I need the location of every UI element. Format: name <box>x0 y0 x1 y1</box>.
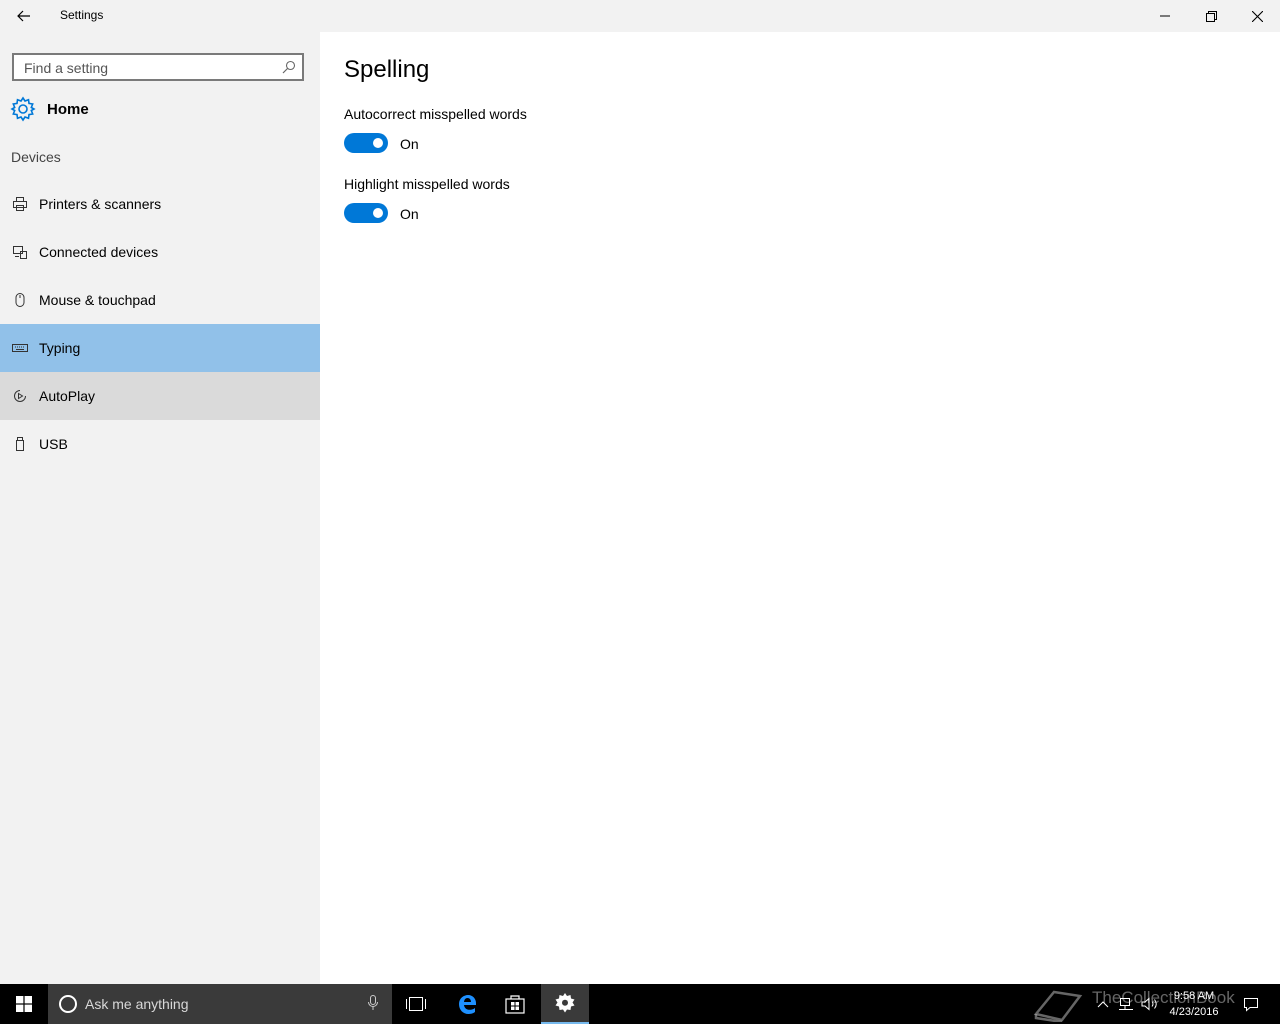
restore-button[interactable] <box>1188 0 1234 32</box>
network-button[interactable] <box>1116 984 1136 1024</box>
task-view-button[interactable] <box>392 984 440 1024</box>
show-hidden-icons-button[interactable] <box>1092 984 1114 1024</box>
start-button[interactable] <box>0 984 48 1024</box>
close-icon <box>1251 10 1263 22</box>
usb-icon <box>12 436 28 452</box>
page-title: Spelling <box>344 56 430 83</box>
search-icon[interactable] <box>282 60 296 79</box>
toggle-knob <box>373 208 383 218</box>
highlight-state: On <box>400 206 419 222</box>
autoplay-icon <box>12 388 28 404</box>
notification-icon <box>1244 998 1258 1012</box>
sidebar-item-typing[interactable]: Typing <box>0 324 320 372</box>
sidebar-item-label: Typing <box>39 340 81 356</box>
window-title: Settings <box>60 8 104 22</box>
cortana-placeholder: Ask me anything <box>85 996 189 1012</box>
minimize-button[interactable] <box>1142 0 1188 32</box>
back-arrow-icon <box>17 10 30 22</box>
store-icon <box>505 995 525 1014</box>
highlight-toggle[interactable] <box>344 203 388 223</box>
edge-browser-button[interactable] <box>443 984 491 1024</box>
action-center-button[interactable] <box>1236 984 1266 1024</box>
autocorrect-state: On <box>400 136 419 152</box>
chevron-up-icon <box>1097 1001 1109 1008</box>
connected-devices-icon <box>12 244 28 260</box>
main-content: Spelling Autocorrect misspelled words On… <box>320 32 1280 984</box>
sidebar-item-label: USB <box>39 436 68 452</box>
sidebar-item-mouse-touchpad[interactable]: Mouse & touchpad <box>0 276 320 324</box>
network-icon <box>1119 998 1133 1010</box>
volume-icon <box>1141 997 1157 1011</box>
sidebar-item-autoplay[interactable]: AutoPlay <box>0 372 320 420</box>
book-logo-icon <box>1032 986 1086 1027</box>
sidebar-item-label: Connected devices <box>39 244 159 260</box>
toggle-knob <box>373 138 383 148</box>
section-heading-devices: Devices <box>11 149 61 165</box>
sidebar-item-usb[interactable]: USB <box>0 420 320 468</box>
sidebar-item-label: Printers & scanners <box>39 196 162 212</box>
cortana-icon <box>59 995 77 1013</box>
title-bar: Settings <box>0 0 1280 32</box>
sidebar-item-label: Mouse & touchpad <box>39 292 156 308</box>
autocorrect-toggle[interactable] <box>344 133 388 153</box>
sidebar: Find a setting Home Devices Printers & s… <box>0 32 320 984</box>
settings-app-button[interactable] <box>541 984 589 1024</box>
sidebar-item-label: AutoPlay <box>39 388 96 404</box>
sidebar-item-connected-devices[interactable]: Connected devices <box>0 228 320 276</box>
settings-gear-icon <box>555 993 575 1013</box>
search-placeholder: Find a setting <box>24 60 109 76</box>
mouse-icon <box>12 292 28 308</box>
home-link[interactable]: Home <box>10 94 89 124</box>
cortana-search-box[interactable]: Ask me anything <box>48 984 392 1024</box>
search-input[interactable]: Find a setting <box>12 53 304 81</box>
clock[interactable]: 9:58 AM 4/23/2016 <box>1160 988 1228 1020</box>
minimize-icon <box>1160 15 1170 17</box>
restore-icon <box>1205 10 1217 22</box>
taskbar: Ask me anything TheCollectionBook 9:58 A… <box>0 984 1280 1024</box>
home-label: Home <box>47 100 89 118</box>
autocorrect-label: Autocorrect misspelled words <box>344 106 527 122</box>
highlight-label: Highlight misspelled words <box>344 176 510 192</box>
clock-time: 9:58 AM <box>1173 990 1215 1002</box>
volume-button[interactable] <box>1139 984 1161 1024</box>
printer-icon <box>12 196 28 212</box>
gear-icon <box>10 96 36 122</box>
back-button[interactable] <box>10 4 38 28</box>
store-button[interactable] <box>491 984 539 1024</box>
windows-logo-icon <box>16 996 32 1012</box>
microphone-icon[interactable] <box>368 995 378 1016</box>
edge-icon <box>459 995 476 1014</box>
task-view-icon <box>406 997 426 1011</box>
keyboard-icon <box>12 340 28 356</box>
clock-date: 4/23/2016 <box>1169 1006 1219 1018</box>
close-button[interactable] <box>1234 0 1280 32</box>
sidebar-item-printers[interactable]: Printers & scanners <box>0 180 320 228</box>
